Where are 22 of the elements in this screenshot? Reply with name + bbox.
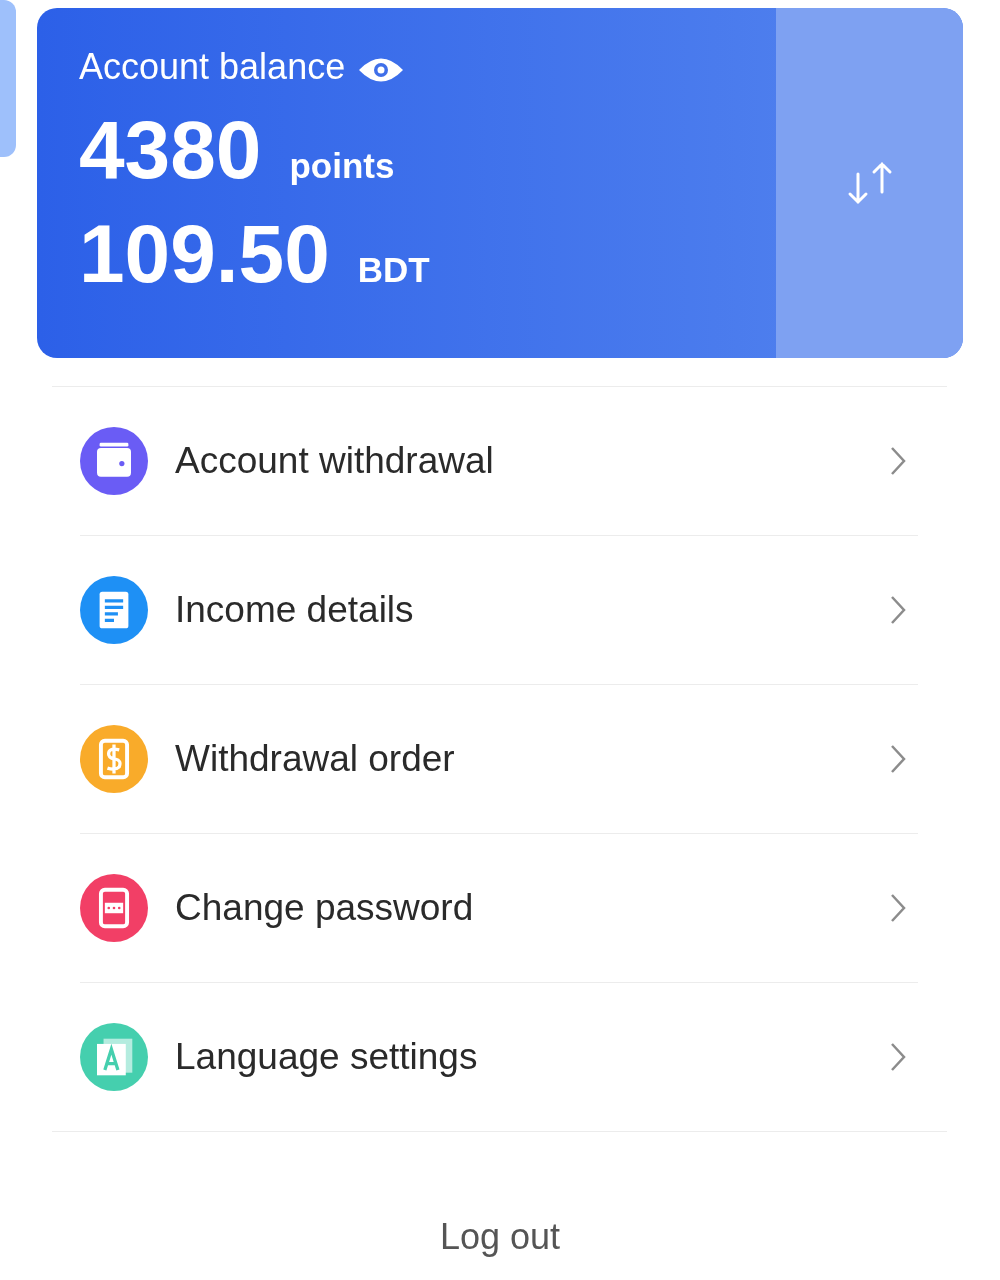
menu-label: Language settings xyxy=(175,1036,479,1078)
menu-item[interactable]: Account withdrawal xyxy=(80,387,918,536)
currency-label: BDT xyxy=(357,250,430,290)
menu-item[interactable]: Income details xyxy=(80,536,918,685)
chevron-right-icon xyxy=(888,594,908,626)
menu-item[interactable]: Withdrawal order xyxy=(80,685,918,834)
menu-label: Income details xyxy=(175,589,415,631)
points-unit: points xyxy=(289,146,395,186)
chevron-right-icon xyxy=(888,445,908,477)
menu-label: Account withdrawal xyxy=(175,440,495,482)
chevron-right-icon xyxy=(888,1041,908,1073)
menu-item[interactable]: Change password xyxy=(80,834,918,983)
menu-label: Change password xyxy=(175,887,475,929)
switch-button[interactable] xyxy=(776,8,963,358)
amount-value: 109.50 xyxy=(79,207,330,301)
balance-title: Account balance xyxy=(79,46,346,88)
points-value: 4380 xyxy=(79,103,262,197)
chevron-right-icon xyxy=(888,892,908,924)
chevron-right-icon xyxy=(888,743,908,775)
menu-item[interactable]: Language settings xyxy=(80,983,918,1131)
menu-label: Withdrawal order xyxy=(175,738,456,780)
logout-button[interactable]: Log out xyxy=(439,1216,561,1258)
